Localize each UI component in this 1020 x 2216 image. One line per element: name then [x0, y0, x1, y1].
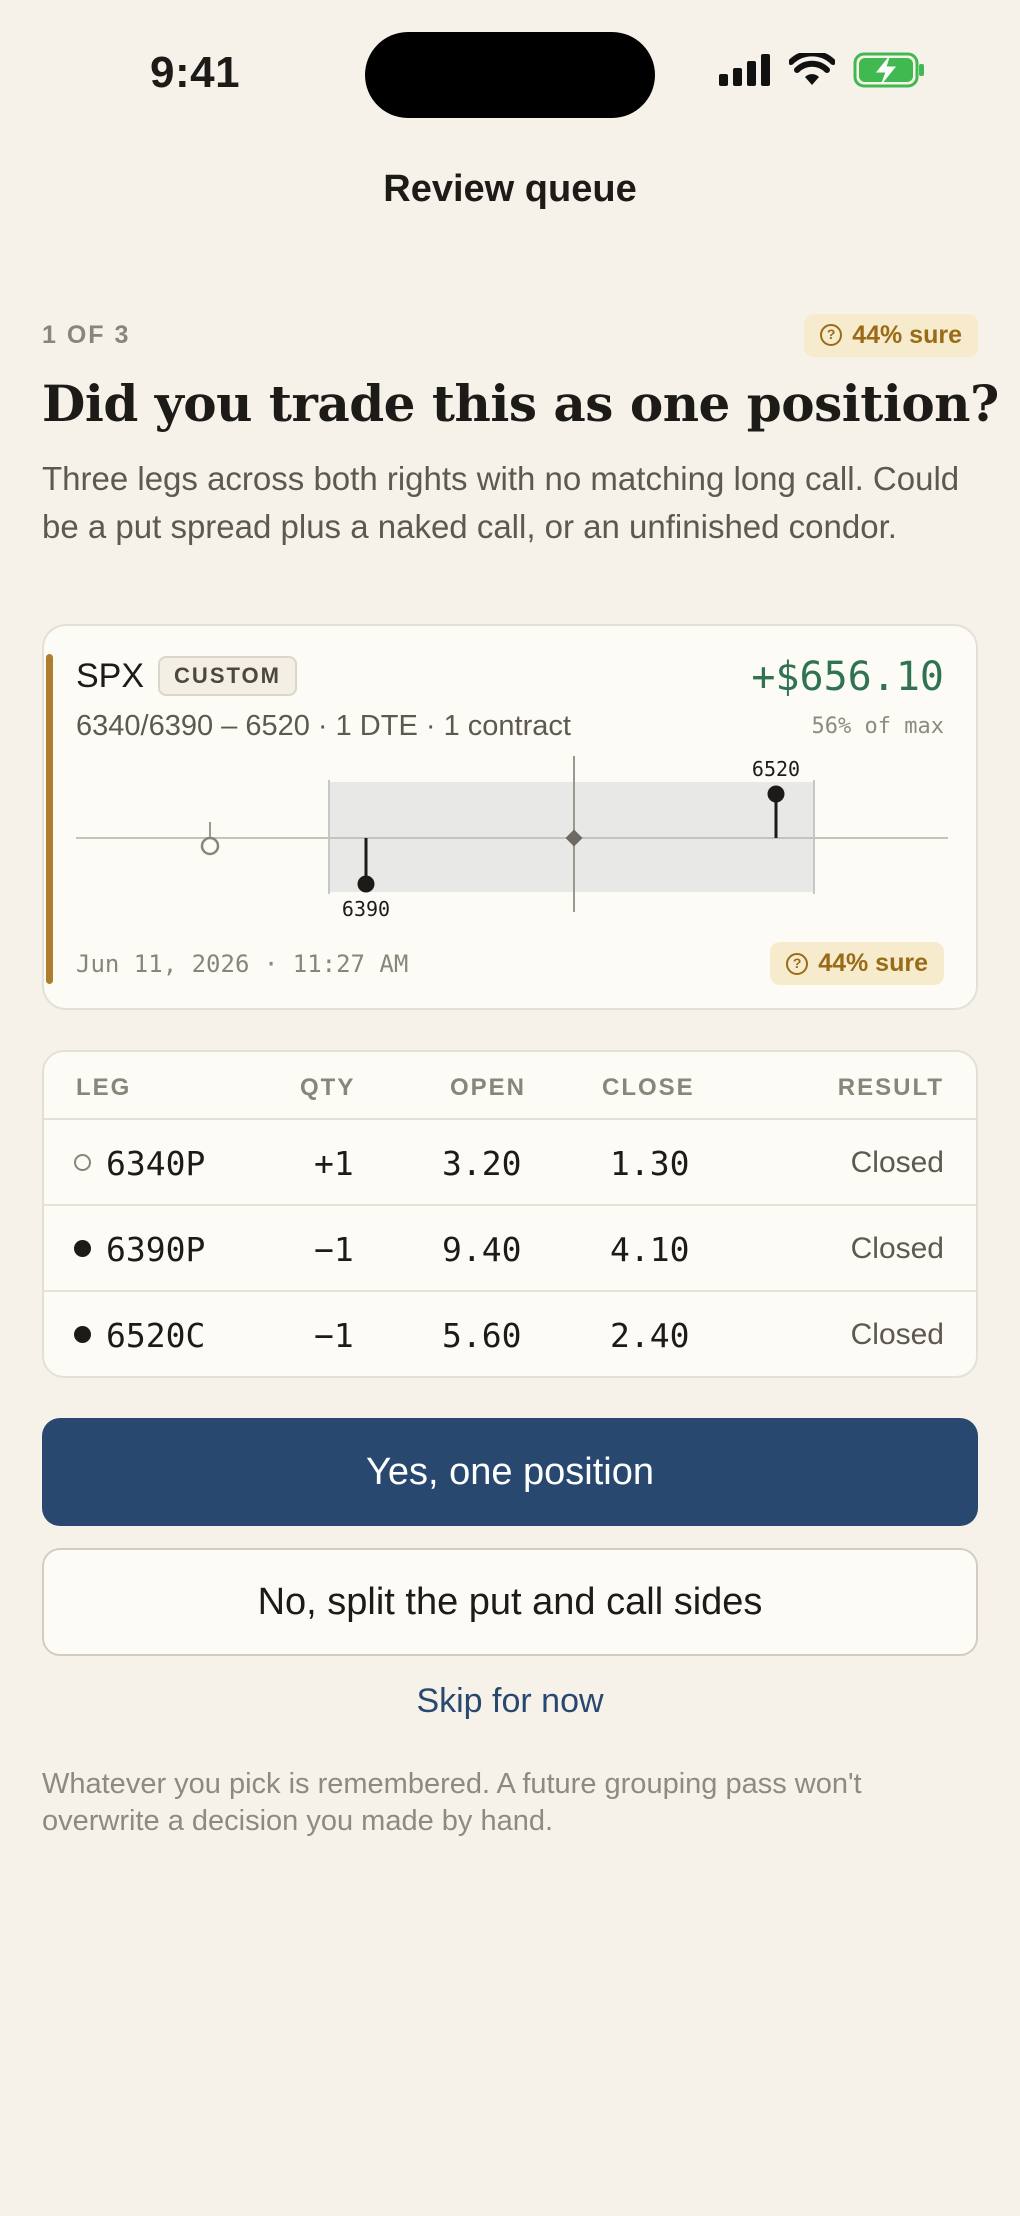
leg-result: Closed: [850, 1232, 944, 1265]
trade-timestamp: Jun 11, 2026 · 11:27 AM: [76, 950, 409, 978]
pnl-value: +$656.10: [751, 654, 944, 700]
short-put-marker: [357, 875, 375, 893]
table-row: 6340P +1 3.20 1.30 Closed: [44, 1120, 976, 1206]
meta-row: 1 OF 3 ? 44% sure: [42, 308, 978, 362]
col-result: RESULT: [837, 1074, 944, 1101]
col-leg: LEG: [76, 1074, 132, 1101]
footnote: Whatever you pick is remembered. A futur…: [42, 1768, 862, 1837]
question-header: 1 OF 3 ? 44% sure Did you trade this as …: [42, 300, 999, 551]
question-icon: ?: [786, 952, 809, 975]
leg-strike: 6390P: [106, 1230, 206, 1269]
strike-diagram: 6390 6520: [76, 756, 948, 921]
question-explanation: Three legs across both rights with no ma…: [42, 460, 960, 545]
leg-close: 4.10: [610, 1230, 690, 1269]
strategy-tag: CUSTOM: [158, 656, 297, 696]
step-indicator: 1 OF 3: [42, 320, 131, 349]
leg-result: Closed: [850, 1146, 944, 1179]
skip-link[interactable]: Skip for now: [0, 1682, 1020, 1721]
confidence-badge: ? 44% sure: [804, 313, 978, 357]
split-sides-button[interactable]: No, split the put and call sides: [42, 1548, 978, 1656]
battery-icon: [853, 52, 924, 88]
leg-open: 5.60: [442, 1316, 522, 1355]
signal-icon: [719, 54, 770, 86]
col-qty: QTY: [300, 1074, 356, 1101]
leg-close: 2.40: [610, 1316, 690, 1355]
table-header: LEG QTY OPEN CLOSE RESULT: [44, 1052, 976, 1120]
short-leg-dot-icon: [74, 1240, 91, 1257]
short-put-label: 6390: [342, 897, 390, 921]
short-call-label: 6520: [752, 757, 800, 781]
short-call-marker: [767, 785, 785, 803]
status-icons: [719, 52, 925, 88]
short-leg-dot-icon: [74, 1326, 91, 1343]
long-put-marker: [200, 836, 220, 856]
status-time: 9:41: [150, 48, 241, 97]
position-summary: 6340/6390 – 6520 · 1 DTE · 1 contract: [76, 710, 571, 742]
leg-qty: −1: [314, 1316, 354, 1355]
contract-count: 1 contract: [443, 710, 571, 742]
leg-strike: 6520C: [106, 1316, 206, 1355]
confidence-label: 44% sure: [852, 320, 962, 349]
nav-title: Review queue: [383, 168, 637, 210]
pct-of-max: 56% of max: [811, 714, 944, 739]
col-open: OPEN: [450, 1074, 527, 1101]
ticker-row: SPX CUSTOM: [76, 656, 297, 696]
table-row: 6520C −1 5.60 2.40 Closed: [44, 1292, 976, 1376]
leg-open: 3.20: [442, 1144, 522, 1183]
leg-qty: +1: [314, 1144, 354, 1183]
status-bar: 9:41: [0, 0, 1020, 150]
confirm-one-position-button[interactable]: Yes, one position: [42, 1418, 978, 1526]
dynamic-island: [365, 32, 655, 118]
legs-table: LEG QTY OPEN CLOSE RESULT 6340P +1 3.20 …: [42, 1050, 978, 1378]
ticker-symbol: SPX: [76, 656, 145, 695]
card-confidence-badge: ? 44% sure: [770, 942, 944, 985]
col-close: CLOSE: [602, 1074, 695, 1101]
dte-label: 1 DTE: [335, 710, 418, 742]
question-title: Did you trade this as one position?: [42, 374, 999, 433]
leg-result: Closed: [850, 1318, 944, 1351]
leg-qty: −1: [314, 1230, 354, 1269]
position-card[interactable]: SPX CUSTOM 6340/6390 – 6520 · 1 DTE · 1 …: [42, 624, 978, 1010]
question-icon: ?: [820, 324, 843, 346]
long-leg-dot-icon: [74, 1154, 91, 1171]
strike-range: 6340/6390 – 6520: [76, 710, 310, 742]
card-confidence-label: 44% sure: [818, 949, 928, 977]
leg-close: 1.30: [610, 1144, 690, 1183]
wifi-icon: [789, 53, 835, 85]
table-row: 6390P −1 9.40 4.10 Closed: [44, 1206, 976, 1292]
leg-open: 9.40: [442, 1230, 522, 1269]
leg-strike: 6340P: [106, 1144, 206, 1183]
